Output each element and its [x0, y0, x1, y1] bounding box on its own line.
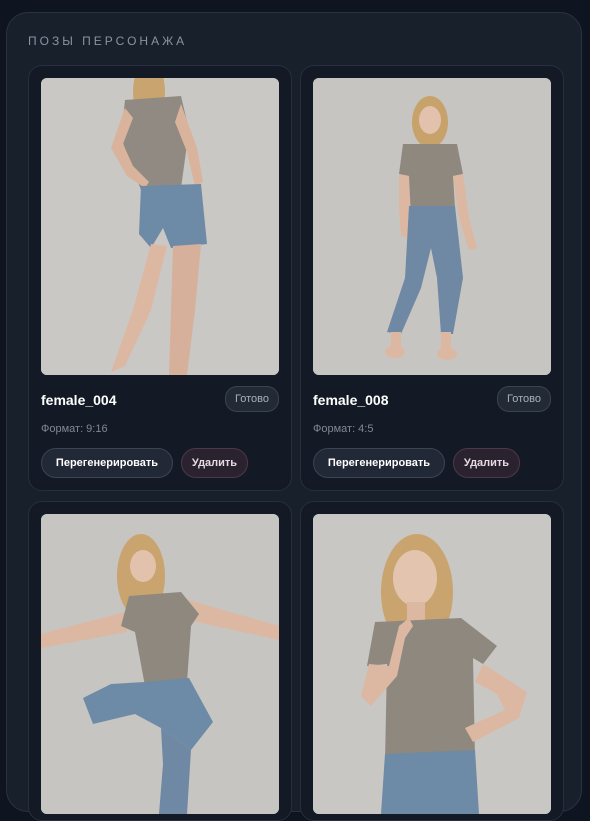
regenerate-button[interactable]: Перегенерировать: [41, 448, 173, 478]
delete-button[interactable]: Удалить: [181, 448, 248, 478]
format-label: Формат: 9:16: [41, 423, 108, 435]
pose-image[interactable]: [313, 514, 551, 814]
pose-image[interactable]: [41, 514, 279, 814]
pose-name: female_004: [41, 392, 117, 408]
delete-button[interactable]: Удалить: [453, 448, 520, 478]
pose-card: female_004 Готово Формат: 9:16 Перегенер…: [28, 65, 292, 491]
status-badge: Готово: [497, 386, 551, 412]
section-title: ПОЗЫ ПЕРСОНАЖА: [28, 34, 188, 48]
status-badge: Готово: [225, 386, 279, 412]
pose-card: [28, 501, 292, 821]
pose-card: [300, 501, 564, 821]
pose-image[interactable]: [313, 78, 551, 375]
pose-card: female_008 Готово Формат: 4:5 Перегенери…: [300, 65, 564, 491]
pose-image[interactable]: [41, 78, 279, 375]
format-label: Формат: 4:5: [313, 423, 374, 435]
regenerate-button[interactable]: Перегенерировать: [313, 448, 445, 478]
pose-name: female_008: [313, 392, 389, 408]
character-poses-panel: ПОЗЫ ПЕРСОНАЖА female_004 Готово Формат:: [6, 12, 582, 821]
